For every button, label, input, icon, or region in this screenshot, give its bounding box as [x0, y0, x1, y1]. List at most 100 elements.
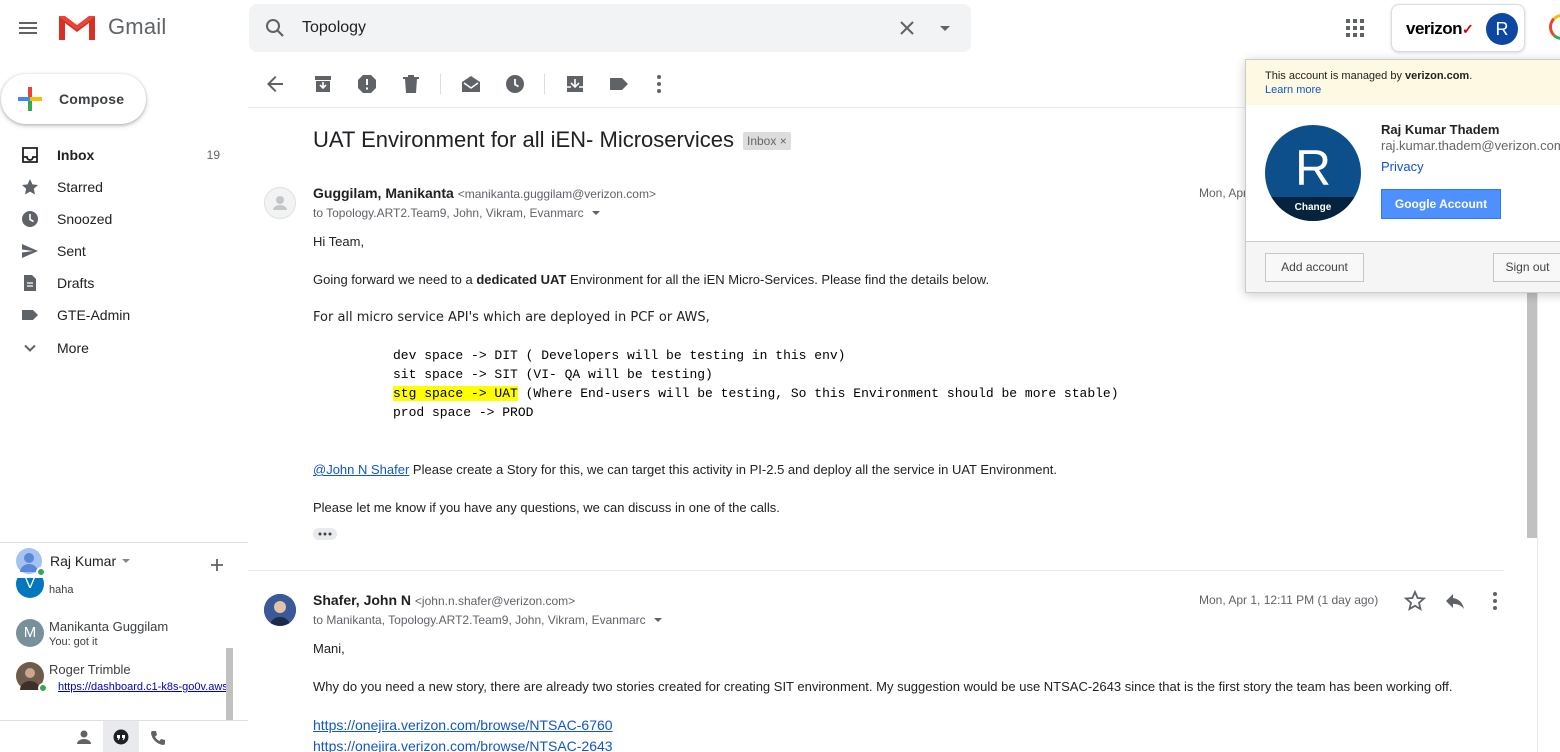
hangouts-tab-bar — [0, 720, 248, 752]
message-date: Mon, Apr — [1199, 186, 1248, 200]
search-bar[interactable] — [249, 4, 971, 52]
privacy-link[interactable]: Privacy — [1381, 159, 1424, 174]
jira-link[interactable]: https://onejira.verizon.com/browse/NTSAC… — [313, 717, 613, 733]
contacts-icon[interactable] — [76, 729, 92, 745]
last-message: You: got it — [49, 636, 98, 648]
send-icon — [22, 244, 38, 258]
jira-link[interactable]: https://onejira.verizon.com/browse/NTSAC… — [313, 738, 613, 752]
recipients-line[interactable]: to Manikanta, Topology.ART2.Team9, John,… — [313, 613, 664, 627]
gmail-envelope-icon — [59, 16, 95, 40]
sender-avatar — [264, 594, 296, 626]
report-spam-icon[interactable] — [355, 72, 379, 96]
search-options-icon[interactable] — [933, 16, 957, 40]
contact-avatar — [16, 662, 48, 693]
badge-label: Inbox — [747, 134, 777, 148]
nav-item-inbox[interactable]: Inbox 19 — [0, 139, 233, 171]
compose-button[interactable]: Compose — [1, 74, 146, 124]
code-line: prod space -> PROD — [393, 405, 534, 420]
show-trimmed-content-button[interactable] — [313, 528, 337, 540]
clear-search-icon[interactable] — [895, 16, 919, 40]
sender-name[interactable]: Guggilam, Manikanta — [313, 185, 454, 201]
compose-plus-icon — [18, 87, 42, 111]
snooze-icon[interactable] — [503, 72, 527, 96]
nav-item-drafts[interactable]: Drafts — [0, 267, 233, 299]
nav-item-snoozed[interactable]: Snoozed — [0, 203, 233, 235]
conversation-item[interactable]: Roger Trimble https://dashboard.c1-k8s-g… — [16, 662, 226, 693]
message-paragraph: Going forward we need to a dedicated UAT… — [313, 272, 990, 287]
nav-item-sent[interactable]: Sent — [0, 235, 233, 267]
main-menu-button[interactable] — [16, 16, 40, 40]
draft-icon — [24, 275, 36, 291]
toolbar-separator — [440, 74, 441, 94]
google-logo-icon — [1549, 14, 1560, 40]
change-photo-button[interactable]: Change — [1265, 197, 1361, 221]
contact-avatar: M — [16, 619, 44, 647]
plus-icon — [211, 559, 223, 571]
hangouts-user-avatar — [16, 548, 46, 577]
star-icon[interactable] — [1403, 589, 1427, 613]
contact-avatar: V — [16, 578, 44, 598]
google-apps-button[interactable] — [1343, 16, 1367, 40]
search-icon[interactable] — [263, 16, 287, 40]
message-divider — [248, 570, 1504, 571]
code-line: sit space -> SIT (VI- QA will be testing… — [393, 367, 713, 382]
inbox-label-badge[interactable]: Inbox × — [743, 132, 791, 150]
toolbar-separator — [544, 74, 545, 94]
back-icon[interactable] — [263, 72, 287, 96]
nav-item-starred[interactable]: Starred — [0, 171, 233, 203]
mark-unread-icon[interactable] — [459, 72, 483, 96]
new-conversation-button[interactable] — [208, 556, 226, 574]
nav-item-more[interactable]: More — [0, 332, 233, 364]
recipients: to Topology.ART2.Team9, John, Vikram, Ev… — [313, 206, 584, 220]
hangouts-chat-icon[interactable] — [112, 729, 130, 747]
conversation-item[interactable]: V haha — [16, 578, 73, 598]
move-to-icon[interactable] — [563, 72, 587, 96]
more-options-icon[interactable] — [647, 72, 671, 96]
account-switcher[interactable]: verizon✓ R — [1391, 4, 1525, 52]
remove-label-icon[interactable]: × — [780, 134, 787, 148]
divider — [0, 542, 248, 543]
nav-item-gte-admin[interactable]: GTE-Admin — [0, 299, 233, 331]
sender-line: Shafer, John N <john.n.shafer@verizon.co… — [313, 592, 575, 608]
sender-name[interactable]: Shafer, John N — [313, 592, 411, 608]
contact-name: Roger Trimble — [49, 662, 131, 677]
learn-more-link[interactable]: Learn more — [1265, 84, 1560, 96]
more-options-icon[interactable] — [1483, 589, 1507, 613]
conversation-item[interactable]: M Manikanta Guggilam You: got it — [16, 619, 168, 648]
nav-label: GTE-Admin — [57, 307, 131, 323]
show-details-icon[interactable] — [590, 207, 602, 219]
add-account-button[interactable]: Add account — [1265, 253, 1364, 282]
email-subject: UAT Environment for all iEN- Microservic… — [313, 127, 734, 152]
message-paragraph: For all micro service API's which are de… — [313, 310, 710, 325]
hangouts-user-menu[interactable]: Raj Kumar — [16, 548, 133, 577]
account-popup: This account is managed by verizon.com. … — [1245, 59, 1560, 293]
account-name: Raj Kumar Thadem — [1381, 122, 1500, 137]
account-email: raj.kumar.thadem@verizon.com — [1381, 138, 1560, 153]
google-account-button[interactable]: Google Account — [1381, 189, 1501, 219]
sender-email: <manikanta.guggilam@verizon.com> — [457, 187, 656, 201]
mention-link[interactable]: @John N Shafer — [313, 462, 409, 477]
online-status-dot — [36, 567, 46, 577]
message-paragraph: Why do you need a new story, there are a… — [313, 679, 1453, 694]
nav-label: More — [57, 340, 89, 356]
show-details-icon[interactable] — [652, 614, 664, 626]
profile-avatar[interactable]: R Change — [1265, 125, 1361, 221]
message-greeting: Mani, — [313, 641, 345, 656]
search-input[interactable] — [302, 16, 862, 40]
archive-icon[interactable] — [311, 72, 335, 96]
last-message-link[interactable]: https://dashboard.c1-k8s-go0v.aws — [58, 681, 226, 693]
caret-down-icon — [122, 559, 131, 563]
delete-icon[interactable] — [399, 72, 423, 96]
code-line: stg space -> UAT (Where End-users will b… — [393, 386, 1119, 401]
gmail-logo[interactable]: Gmail — [58, 12, 166, 42]
label-icon[interactable] — [607, 72, 631, 96]
last-message: haha — [49, 584, 74, 596]
chat-scrollbar[interactable] — [226, 648, 233, 720]
phone-icon[interactable] — [149, 729, 167, 747]
menu-icon — [19, 22, 37, 34]
recipients-line[interactable]: to Topology.ART2.Team9, John, Vikram, Ev… — [313, 206, 602, 220]
reply-icon[interactable] — [1443, 589, 1467, 613]
sign-out-button[interactable]: Sign out — [1493, 253, 1560, 282]
person-icon — [273, 196, 287, 210]
account-avatar[interactable]: R — [1486, 13, 1518, 45]
